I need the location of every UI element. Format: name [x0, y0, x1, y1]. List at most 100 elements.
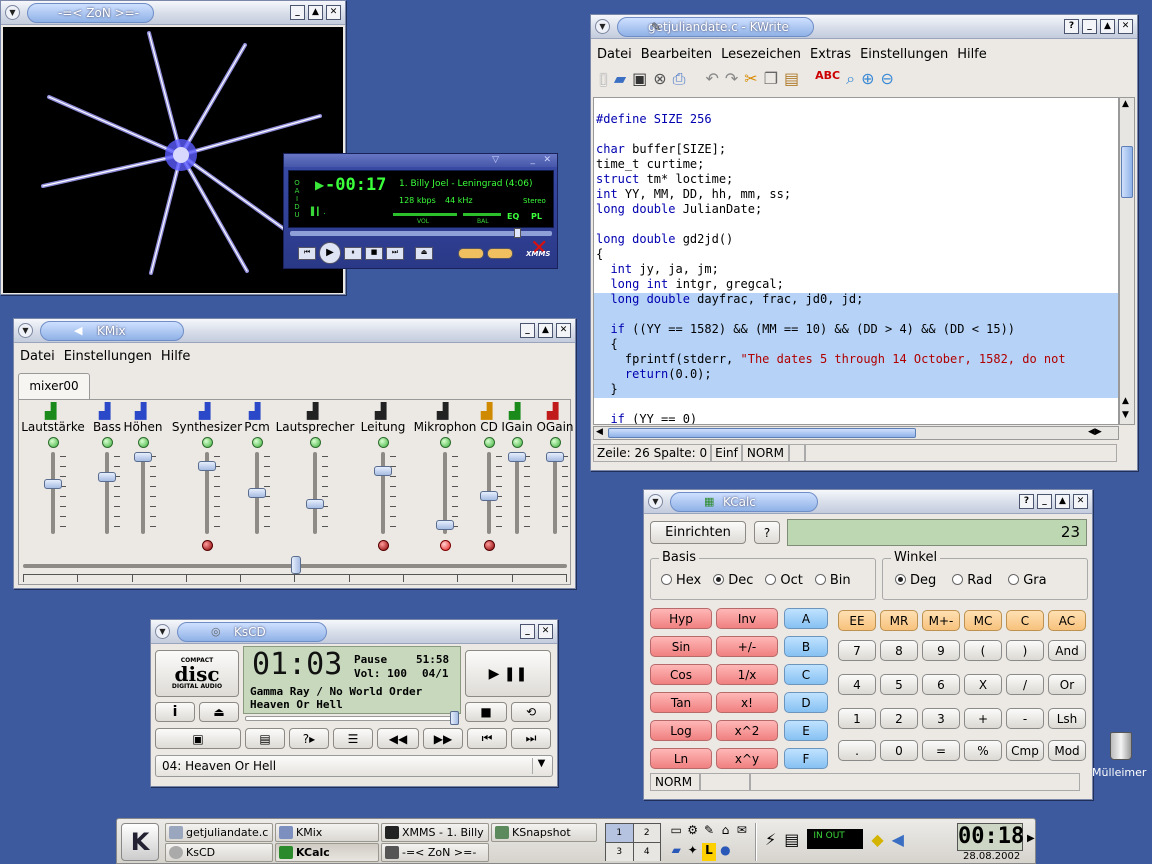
globe-icon[interactable]: ● [718, 843, 732, 861]
kscd-help-button[interactable]: ?▸ [289, 728, 329, 749]
menu-extras[interactable]: Extras [810, 47, 851, 62]
kscd-tracklist-button[interactable]: ☰ [333, 728, 373, 749]
xmms-close-icon[interactable]: ✕ [543, 155, 551, 165]
kmix-balance-slider[interactable] [23, 556, 567, 574]
menu-hilfe[interactable]: Hilfe [161, 349, 191, 364]
kcalc-hex-key[interactable]: B [784, 636, 828, 657]
basis-dec-radio[interactable]: Dec [713, 573, 753, 588]
xmms-seek-handle[interactable] [514, 228, 521, 238]
kcalc-key[interactable]: AC [1048, 610, 1086, 631]
xmms-pause-button[interactable]: ⏸ [344, 246, 362, 260]
kcalc-key[interactable]: 6 [922, 674, 960, 695]
terminal-icon[interactable]: ▭ [669, 823, 683, 841]
kcalc-key[interactable]: / [1006, 674, 1044, 695]
xmms-volume-slider[interactable] [393, 213, 457, 216]
close-icon[interactable]: ✕ [1118, 19, 1133, 34]
kwrite-titlebar[interactable]: ▼ getjuliandate.c - KWrite ✎ ? _ ▲ ✕ [591, 15, 1137, 39]
clock[interactable]: 00:18 [957, 823, 1024, 851]
channel-mute-led[interactable] [138, 437, 149, 448]
kcalc-hex-key[interactable]: E [784, 720, 828, 741]
basis-oct-radio[interactable]: Oct [765, 573, 803, 588]
font-icon[interactable]: L [701, 843, 717, 861]
winkel-gra-radio[interactable]: Gra [1008, 573, 1047, 588]
kcalc-key[interactable]: Or [1048, 674, 1086, 695]
kcalc-key[interactable]: 1/x [716, 664, 778, 685]
kcalc-key[interactable]: 7 [838, 640, 876, 661]
kcalc-key[interactable]: + [964, 708, 1002, 729]
menu-hilfe[interactable]: Hilfe [957, 47, 987, 62]
network-meter[interactable]: IN OUT [807, 829, 864, 849]
zon-titlebar[interactable]: ▼ -=< ZoN >=- _ ▲ ✕ [1, 1, 345, 25]
kcalc-help-button[interactable]: ? [754, 521, 780, 544]
spellcheck-icon[interactable]: ABC [815, 69, 840, 89]
kcalc-key[interactable]: x^2 [716, 720, 778, 741]
volume-icon[interactable]: ◀ [892, 830, 904, 849]
kcalc-key[interactable]: Inv [716, 608, 778, 629]
kscd-titlebar[interactable]: ▼ KsCD ◎ _ ✕ [151, 620, 557, 644]
channel-slider-handle[interactable] [480, 490, 498, 501]
pager-desktop-2[interactable]: 2 [633, 824, 660, 842]
channel-mute-led[interactable] [202, 437, 213, 448]
minimize-icon[interactable]: _ [520, 323, 535, 338]
cut-icon[interactable]: ✂ [744, 69, 757, 89]
channel-slider-handle[interactable] [198, 460, 216, 471]
kcalc-key[interactable]: Cos [650, 664, 712, 685]
maximize-icon[interactable]: ▲ [308, 5, 323, 20]
channel-slider-track[interactable] [105, 452, 109, 534]
scroll-left-icon[interactable]: ◀ [596, 427, 603, 437]
scroll-down-icon[interactable]: ▲ [1122, 396, 1129, 406]
kscd-cddb-button[interactable]: ▤ [245, 728, 285, 749]
channel-slider-track[interactable] [515, 452, 519, 534]
channel-mute-led[interactable] [48, 437, 59, 448]
kcalc-key[interactable]: 3 [922, 708, 960, 729]
xmms-play-button[interactable]: ▶ [319, 242, 341, 264]
window-menu-icon[interactable]: ▼ [5, 5, 20, 20]
scroll-up-icon[interactable]: ▲ [1122, 99, 1129, 109]
basis-bin-radio[interactable]: Bin [814, 573, 851, 588]
minimize-icon[interactable]: _ [520, 624, 535, 639]
channel-mute-led[interactable] [440, 437, 451, 448]
balance-handle[interactable] [291, 556, 301, 574]
channel-mute-led[interactable] [102, 437, 113, 448]
channel-slider-handle[interactable] [248, 488, 266, 498]
kscd-forward-button[interactable]: ▶▶ [423, 728, 463, 749]
kcalc-key[interactable]: 8 [880, 640, 918, 661]
kscd-track-select[interactable]: 04: Heaven Or Hell ▼ [155, 755, 553, 777]
kmix-tab-mixer00[interactable]: mixer00 [18, 373, 90, 399]
kcalc-key[interactable]: MC [964, 610, 1002, 631]
winkel-deg-radio[interactable]: Deg [895, 573, 936, 588]
channel-slider-handle[interactable] [508, 452, 526, 462]
taskbar-hide-arrow-icon[interactable]: ▶ [1027, 833, 1035, 844]
xmms-minimize-icon[interactable]: _ [531, 155, 536, 165]
zoom-in-icon[interactable]: ⊕ [861, 69, 874, 89]
vscroll-thumb[interactable] [1121, 146, 1133, 198]
kcalc-hex-key[interactable]: A [784, 608, 828, 629]
help-icon[interactable]: ? [1019, 494, 1034, 509]
hscroll-thumb[interactable] [608, 428, 916, 438]
maximize-icon[interactable]: ▲ [1100, 19, 1115, 34]
xmms-menu-icon[interactable]: ▽ [492, 155, 499, 165]
channel-slider-track[interactable] [553, 452, 557, 534]
menu-datei[interactable]: Datei [597, 47, 632, 62]
xmms-next-button[interactable]: ⏭ [386, 246, 404, 260]
kscd-loop-button[interactable]: ⟲ [511, 702, 551, 722]
menu-einstellungen[interactable]: Einstellungen [64, 349, 152, 364]
kcalc-key[interactable]: +/- [716, 636, 778, 657]
kcalc-key[interactable]: Log [650, 720, 712, 741]
minimize-icon[interactable]: _ [1082, 19, 1097, 34]
close-icon[interactable]: ✕ [556, 323, 571, 338]
channel-record-led[interactable] [378, 540, 389, 551]
kcalc-hex-key[interactable]: C [784, 664, 828, 685]
winkel-rad-radio[interactable]: Rad [952, 573, 992, 588]
maximize-icon[interactable]: ▲ [1055, 494, 1070, 509]
redo-icon[interactable]: ↷ [725, 69, 738, 89]
channel-mute-led[interactable] [484, 437, 495, 448]
kwrite-hscrollbar[interactable]: ◀ ◀▶ [593, 426, 1119, 440]
paste-icon[interactable]: ▤ [784, 69, 799, 89]
kcalc-key[interactable]: 9 [922, 640, 960, 661]
kscd-shuffle-button[interactable]: ▣ [155, 728, 241, 749]
channel-slider-handle[interactable] [44, 479, 62, 490]
kmix-titlebar[interactable]: ▼ KMix ◀ _ ▲ ✕ [14, 319, 575, 343]
notes-icon[interactable]: ◆ [871, 830, 883, 849]
gimp-icon[interactable]: ✦ [685, 843, 699, 861]
